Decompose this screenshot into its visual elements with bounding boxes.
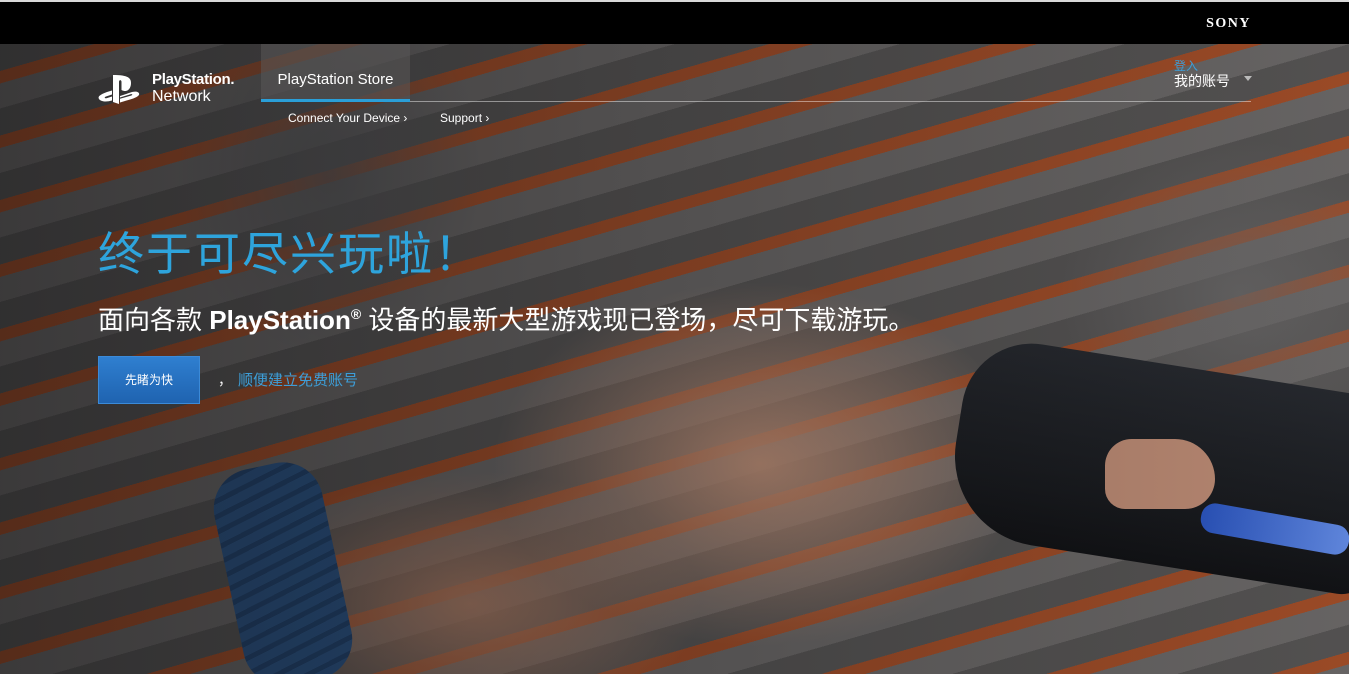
site-header: PlayStation. Network PlayStation Store C…: [0, 44, 1349, 144]
create-free-account-link[interactable]: 顺便建立免费账号: [238, 369, 358, 390]
tagline-brand: PlayStation: [209, 305, 351, 335]
account-label[interactable]: 我的账号: [1174, 73, 1254, 89]
nav-divider: [410, 101, 1251, 102]
cta-separator: ，: [218, 372, 232, 388]
tagline-suffix: 设备的最新大型游戏现已登场，尽可下载游玩。: [361, 305, 915, 335]
hero-banner: PlayStation. Network PlayStation Store C…: [0, 44, 1349, 674]
preview-button[interactable]: 先睹为快: [98, 356, 200, 404]
hero-headline: 终于可尽兴玩啦！: [98, 227, 482, 281]
psn-logo-line2: Network: [152, 88, 211, 105]
sony-top-bar: SONY: [0, 0, 1349, 44]
sony-logo[interactable]: SONY: [1206, 16, 1251, 32]
chevron-down-icon[interactable]: [1244, 76, 1252, 81]
tagline-registered-mark: ®: [350, 306, 362, 322]
subnav-connect-device[interactable]: Connect Your Device ›: [288, 111, 407, 125]
subnav-support[interactable]: Support ›: [440, 111, 489, 125]
psn-logo-line1: PlayStation.: [152, 71, 235, 88]
tagline-prefix: 面向各款: [98, 305, 210, 335]
signin-link[interactable]: 登入: [1174, 59, 1254, 73]
account-menu[interactable]: 登入 我的账号: [1174, 59, 1254, 89]
hero-tagline: 面向各款 PlayStation® 设备的最新大型游戏现已登场，尽可下载游玩。: [98, 300, 914, 337]
playstation-icon: [98, 75, 140, 104]
nav-tab-playstation-store[interactable]: PlayStation Store: [261, 44, 410, 102]
